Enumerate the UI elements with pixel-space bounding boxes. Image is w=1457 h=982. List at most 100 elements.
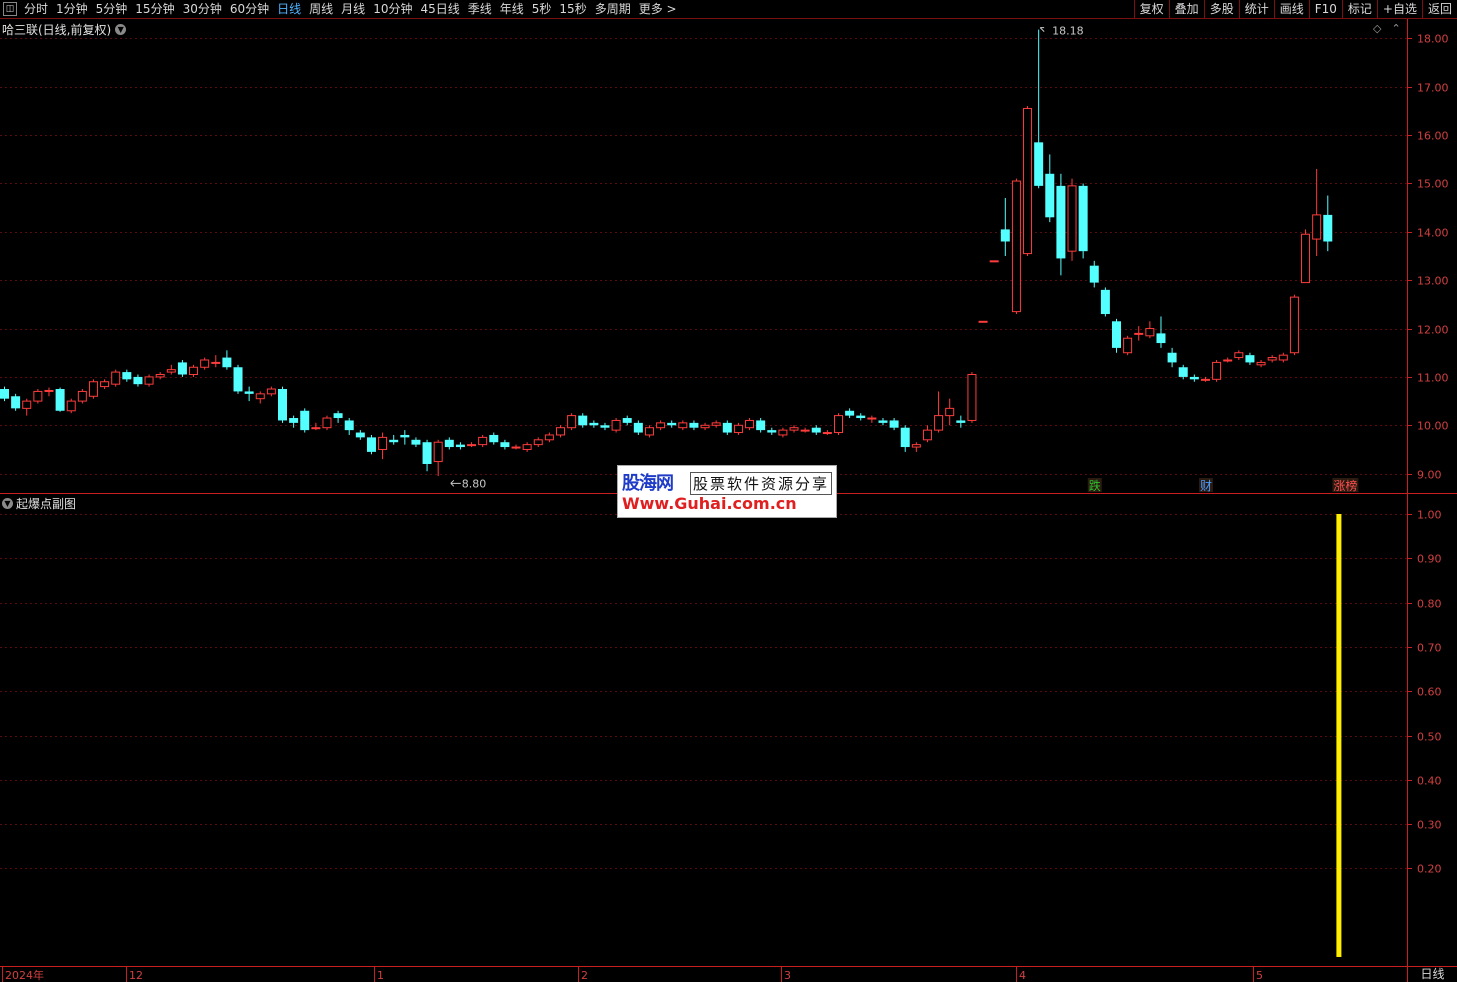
candle-body [911, 444, 921, 448]
candle-body [511, 446, 521, 449]
candle-body [1212, 361, 1222, 380]
candle-body [66, 400, 76, 412]
candle-body [355, 432, 365, 438]
candle-body [1278, 354, 1288, 361]
candle-body [1267, 357, 1277, 361]
candle-body [989, 260, 999, 263]
candle-body [633, 422, 643, 433]
candle-body [255, 393, 265, 400]
candle-body [1156, 333, 1166, 344]
candle-body [33, 390, 43, 402]
candle-body [889, 420, 899, 428]
event-badge[interactable]: 涨榜 [1333, 478, 1357, 493]
event-badge[interactable]: 跌 [1089, 478, 1101, 493]
sub-tick-label: 0.30 [1417, 819, 1442, 832]
low-price-label: 8.80 [462, 477, 487, 490]
candle-body [166, 369, 176, 373]
candle-body [1145, 328, 1155, 337]
candle-body [1045, 173, 1055, 218]
candle-body [544, 434, 554, 441]
price-tick-label: 13.00 [1417, 275, 1449, 288]
event-badge[interactable]: 财 [1200, 479, 1212, 493]
watermark-brand: 股海网 [622, 473, 674, 494]
date-tick-label: 5 [1256, 969, 1263, 982]
period-indicator[interactable]: 日线 [1408, 966, 1457, 982]
candle-body [522, 444, 532, 450]
candle-body [878, 420, 888, 423]
price-tick-label: 16.00 [1417, 130, 1449, 143]
candle-body [1178, 367, 1188, 377]
date-tick-label: 3 [784, 969, 791, 982]
candle-body [411, 439, 421, 445]
candle-body [822, 432, 832, 435]
sub-tick-label: 0.40 [1417, 775, 1442, 788]
candle-body [1112, 321, 1121, 348]
candle-body [867, 417, 877, 420]
sub-tick-label: 0.90 [1417, 553, 1442, 566]
signal-bar [1336, 514, 1342, 957]
candle-body [589, 422, 599, 426]
candle-body [55, 389, 65, 411]
candle-body [1134, 332, 1144, 335]
date-tick-label: 2 [581, 969, 588, 982]
sub-tick-label: 0.80 [1417, 598, 1442, 611]
candle-body [278, 389, 287, 421]
candle-body [644, 427, 654, 436]
candle-body [122, 372, 132, 380]
sub-tick-label: 1.00 [1417, 509, 1442, 522]
candle-body [578, 415, 588, 426]
candle-body [1100, 289, 1110, 315]
date-tick-label: 1 [377, 969, 384, 982]
candle-body [800, 429, 810, 432]
candle-body [133, 376, 143, 385]
candle-body [922, 429, 932, 441]
candle-body [366, 437, 376, 452]
candle-body [1256, 361, 1266, 366]
price-tick-label: 18.00 [1417, 33, 1449, 46]
candle-body [1056, 185, 1066, 259]
candle-body [567, 415, 577, 429]
watermark-logo: 股海网 股票软件资源分享 Www.Guhai.com.cn [617, 465, 837, 518]
candle-body [111, 371, 121, 385]
candle-body [467, 444, 477, 447]
candle-body [389, 439, 399, 443]
candle-body [1312, 214, 1322, 240]
price-tick-label: 10.00 [1417, 420, 1449, 433]
candle-body [11, 396, 21, 409]
candle-body [1289, 296, 1299, 354]
candle-body [1089, 265, 1099, 283]
candle-body [656, 422, 666, 429]
high-price-label: 18.18 [1052, 25, 1084, 38]
candle-body [1067, 185, 1077, 252]
candle-body [1023, 107, 1033, 255]
candle-body [934, 415, 944, 431]
date-tick-label: 4 [1019, 969, 1026, 982]
candle-body [311, 427, 321, 430]
candle-body [678, 422, 688, 429]
candle-body [967, 374, 977, 421]
candle-body [478, 436, 488, 446]
candle-body [1200, 378, 1210, 381]
price-tick-label: 15.00 [1417, 178, 1449, 191]
high-arrow-icon [1039, 27, 1045, 32]
candle-body [733, 424, 743, 434]
candle-body [500, 442, 510, 448]
candle-body [945, 407, 955, 417]
candle-body [177, 362, 187, 375]
candle-body [200, 359, 210, 368]
candle-body [300, 410, 310, 431]
price-tick-label: 9.00 [1417, 469, 1442, 482]
candle-body [845, 410, 855, 416]
candle-body [244, 391, 254, 394]
candle-body [1323, 214, 1333, 242]
candle-body [1245, 355, 1255, 363]
candle-body [189, 366, 199, 376]
candle-body [689, 422, 699, 428]
candle-body [600, 425, 610, 428]
candle-body [789, 427, 799, 431]
sub-tick-label: 0.60 [1417, 686, 1442, 699]
candle-body [1301, 233, 1311, 284]
candle-body [533, 439, 543, 446]
candle-body [211, 361, 221, 364]
candle-body [455, 444, 465, 448]
